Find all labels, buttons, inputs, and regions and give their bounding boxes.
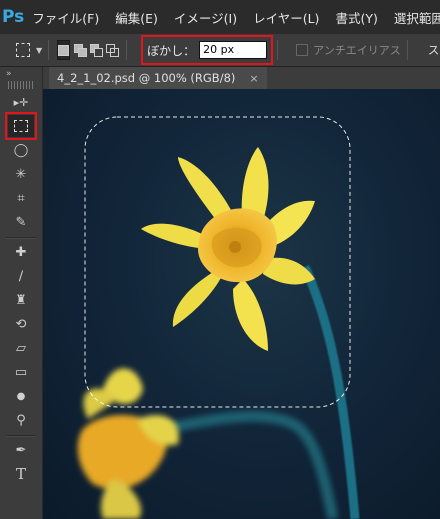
tool-preset-picker[interactable]: ▼ — [16, 43, 42, 57]
feather-control: ぼかし： 20 px — [141, 35, 274, 65]
crop-tool[interactable]: ⌗ — [8, 187, 34, 209]
antialias-checkbox[interactable] — [296, 44, 309, 56]
add-selection-icon — [74, 44, 88, 57]
photoshop-logo: Ps — [2, 7, 25, 27]
eraser-tool-icon: ▱ — [16, 340, 26, 356]
divider — [48, 40, 50, 60]
eyedropper-tool[interactable]: ✎ — [8, 211, 34, 233]
type-tool[interactable]: T — [8, 463, 34, 485]
lasso-tool-icon: ◯ — [13, 142, 29, 158]
magic-wand-tool[interactable]: ✳ — [8, 163, 34, 185]
feather-label: ぼかし： — [147, 43, 196, 58]
eyedropper-tool-icon: ✎ — [15, 214, 27, 230]
intersect-selection-icon — [106, 44, 120, 57]
menu-layer[interactable]: レイヤー(L) — [245, 8, 327, 27]
close-icon[interactable]: × — [249, 72, 258, 85]
eraser-tool[interactable]: ▱ — [8, 337, 34, 359]
antialias-option[interactable]: アンチエイリアス — [296, 42, 401, 58]
document-tab-title: 4_2_1_02.psd @ 100% (RGB/8) — [57, 71, 236, 85]
clone-stamp-tool-icon: ♜ — [15, 292, 27, 308]
rect-marquee-tool-icon — [14, 120, 28, 132]
rect-marquee-icon — [16, 43, 30, 57]
feather-input[interactable]: 20 px — [199, 41, 268, 59]
type-tool-icon: T — [15, 465, 26, 483]
pen-tool-icon: ✒ — [15, 442, 27, 458]
menu-image[interactable]: イメージ(I) — [166, 8, 245, 27]
move-tool-icon: ▸✛ — [13, 95, 29, 109]
panel-grip[interactable] — [8, 81, 34, 89]
gradient-tool[interactable]: ▭ — [8, 361, 34, 383]
clone-stamp-tool[interactable]: ♜ — [8, 289, 34, 311]
divider — [277, 40, 279, 60]
divider — [6, 237, 36, 239]
history-brush-tool[interactable]: ⟲ — [8, 313, 34, 335]
style-label: スタイ — [427, 43, 440, 57]
options-bar: ▼ ぼかし： 20 px アンチエイリアス スタイ — [0, 34, 440, 67]
divider — [126, 40, 128, 60]
lasso-tool[interactable]: ◯ — [8, 139, 34, 161]
document-canvas[interactable] — [43, 89, 440, 519]
blur-tool[interactable]: ● — [8, 385, 34, 407]
gradient-tool-icon: ▭ — [14, 364, 28, 380]
document-tab[interactable]: 4_2_1_02.psd @ 100% (RGB/8) × — [49, 67, 267, 89]
pen-tool[interactable]: ✒ — [8, 439, 34, 461]
divider — [6, 435, 36, 437]
subtract-selection-icon — [90, 44, 104, 57]
subtract-from-selection-button[interactable] — [90, 41, 104, 59]
menu-type[interactable]: 書式(Y) — [327, 8, 385, 27]
healing-brush-tool-icon: ✚ — [15, 244, 27, 260]
secondary-stem — [161, 410, 339, 519]
dodge-tool[interactable]: ⚲ — [8, 409, 34, 431]
crop-tool-icon: ⌗ — [17, 190, 25, 206]
menu-edit[interactable]: 編集(E) — [107, 8, 166, 27]
divider — [406, 40, 408, 60]
antialias-label: アンチエイリアス — [313, 44, 401, 57]
menu-bar: Ps ファイル(F) 編集(E) イメージ(I) レイヤー(L) 書式(Y) 選… — [0, 0, 440, 34]
panel-collapse-button[interactable]: » — [0, 67, 42, 81]
daffodil-photo — [77, 116, 360, 519]
secondary-daffodil — [77, 368, 179, 519]
rect-marquee-tool[interactable] — [5, 112, 37, 140]
brush-tool-icon: ∕ — [18, 268, 24, 284]
menu-file[interactable]: ファイル(F) — [24, 8, 107, 27]
main-daffodil — [141, 147, 315, 351]
intersect-selection-button[interactable] — [106, 41, 120, 59]
chevron-down-icon: ▼ — [36, 45, 43, 55]
menu-select[interactable]: 選択範囲 — [386, 8, 440, 27]
new-selection-button[interactable] — [57, 40, 71, 60]
tools-panel: » ▸✛ ◯ ✳ ⌗ ✎ ✚ ∕ ♜ ⟲ ▱ ▭ ● ⚲ ✒ T — [0, 67, 43, 519]
blur-tool-icon: ● — [16, 390, 26, 402]
magic-wand-tool-icon: ✳ — [15, 166, 27, 182]
new-selection-icon — [58, 44, 70, 56]
brush-tool[interactable]: ∕ — [8, 265, 34, 287]
history-brush-tool-icon: ⟲ — [15, 316, 27, 332]
add-to-selection-button[interactable] — [74, 41, 88, 59]
move-tool[interactable]: ▸✛ — [8, 91, 34, 113]
healing-brush-tool[interactable]: ✚ — [8, 241, 34, 263]
document-tab-bar: 4_2_1_02.psd @ 100% (RGB/8) × — [43, 67, 440, 89]
dodge-tool-icon: ⚲ — [16, 412, 26, 428]
